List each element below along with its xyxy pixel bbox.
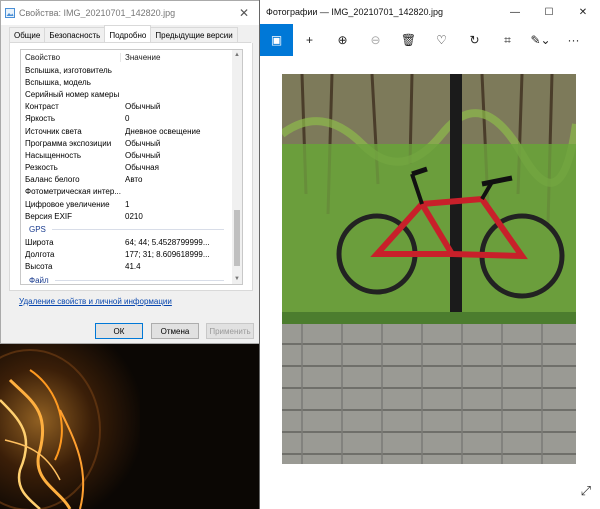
property-value: 0 xyxy=(125,114,130,124)
image-file-icon xyxy=(5,8,15,18)
crop-icon[interactable]: ⌗ xyxy=(491,24,524,56)
property-name: Насыщенность xyxy=(25,150,82,160)
property-name: Широта xyxy=(25,238,54,248)
minimize-icon[interactable]: — xyxy=(498,0,532,24)
table-row[interactable]: Вспышка, изготовитель xyxy=(21,64,242,76)
list-header: Свойство Значение xyxy=(21,50,242,64)
column-header-property[interactable]: Свойство xyxy=(21,52,121,62)
group-header-gps[interactable]: GPS xyxy=(21,222,242,236)
property-value: Авто xyxy=(125,175,143,185)
add-icon[interactable]: + xyxy=(293,24,326,56)
tab-details[interactable]: Подробно xyxy=(104,25,152,42)
ok-button[interactable]: ОК xyxy=(95,323,143,339)
table-row[interactable]: Источник света Дневное освещение xyxy=(21,125,242,137)
apply-button[interactable]: Применить xyxy=(206,323,254,339)
property-name: Источник света xyxy=(25,126,82,136)
property-name: Фотометрическая интер... xyxy=(25,187,121,197)
dialog-titlebar[interactable]: Свойства: IMG_20210701_142820.jpg ✕ xyxy=(1,1,259,25)
property-value: Обычный xyxy=(125,102,161,112)
table-row[interactable]: Широта 64; 44; 5.4528799999... xyxy=(21,236,242,248)
property-value: Обычный xyxy=(125,150,161,160)
photos-titlebar[interactable]: Фотографии — IMG_20210701_142820.jpg — ☐… xyxy=(260,0,600,24)
bicycle-photo[interactable] xyxy=(282,74,576,464)
dialog-title: Свойства: IMG_20210701_142820.jpg xyxy=(19,8,176,18)
maximize-icon[interactable]: ☐ xyxy=(532,0,566,24)
edit-icon[interactable]: ✎⌄ xyxy=(524,24,557,56)
scroll-thumb[interactable] xyxy=(234,210,240,266)
rotate-icon[interactable]: ↻ xyxy=(458,24,491,56)
property-value: Дневное освещение xyxy=(125,126,201,136)
view-icon[interactable]: ▣ xyxy=(260,24,293,56)
photo-canvas: ⤢ xyxy=(260,56,600,509)
details-panel: Свойство Значение Вспышка, изготовитель … xyxy=(9,43,253,291)
property-value: 1 xyxy=(125,199,130,209)
tab-general[interactable]: Общие xyxy=(9,27,46,42)
group-header-file[interactable]: Файл xyxy=(21,273,242,285)
light-bulb-image xyxy=(0,349,101,509)
table-row[interactable]: Насыщенность Обычный xyxy=(21,149,242,161)
zoom-out-icon[interactable]: ⊖ xyxy=(359,24,392,56)
property-name: Программа экспозиции xyxy=(25,138,112,148)
photos-title: Фотографии — IMG_20210701_142820.jpg xyxy=(266,7,444,17)
table-row[interactable]: Резкость Обычная xyxy=(21,162,242,174)
properties-list[interactable]: Свойство Значение Вспышка, изготовитель … xyxy=(20,49,243,285)
bicycle-photo-image xyxy=(282,74,576,464)
zoom-in-icon[interactable]: ⊕ xyxy=(326,24,359,56)
property-name: Цифровое увеличение xyxy=(25,199,110,209)
delete-icon[interactable]: 🗑 xyxy=(392,24,425,56)
property-value: 41.4 xyxy=(125,262,141,272)
favorite-icon[interactable]: ♡ xyxy=(425,24,458,56)
property-name: Баланс белого xyxy=(25,175,80,185)
property-name: Высота xyxy=(25,262,53,272)
property-name: Резкость xyxy=(25,163,58,173)
tab-previous-versions[interactable]: Предыдущие версии xyxy=(150,27,238,42)
property-value: 0210 xyxy=(125,211,143,221)
photos-window: Фотографии — IMG_20210701_142820.jpg — ☐… xyxy=(259,0,600,509)
table-row[interactable]: Баланс белого Авто xyxy=(21,174,242,186)
table-row[interactable]: Цифровое увеличение 1 xyxy=(21,198,242,210)
table-row[interactable]: Высота 41.4 xyxy=(21,261,242,273)
table-row[interactable]: Серийный номер камеры xyxy=(21,88,242,100)
property-name: Контраст xyxy=(25,102,59,112)
property-name: Версия EXIF xyxy=(25,211,73,221)
property-name: Яркость xyxy=(25,114,56,124)
photos-toolbar: ▣ + ⊕ ⊖ 🗑 ♡ ↻ ⌗ ✎⌄ ··· xyxy=(260,24,600,56)
column-header-value[interactable]: Значение xyxy=(121,53,160,62)
table-row[interactable]: Контраст Обычный xyxy=(21,101,242,113)
scroll-up-icon[interactable]: ▲ xyxy=(232,50,242,60)
property-name: Вспышка, изготовитель xyxy=(25,65,112,75)
table-row[interactable]: Фотометрическая интер... xyxy=(21,186,242,198)
close-icon[interactable]: ✕ xyxy=(566,0,600,24)
table-row[interactable]: Версия EXIF 0210 xyxy=(21,210,242,222)
table-row[interactable]: Программа экспозиции Обычный xyxy=(21,137,242,149)
property-value: Обычная xyxy=(125,163,159,173)
group-divider xyxy=(54,279,224,281)
table-row[interactable]: Долгота 177; 31; 8.609618999... xyxy=(21,249,242,261)
property-value: Обычный xyxy=(125,138,161,148)
group-label: GPS xyxy=(29,224,46,234)
property-value: 177; 31; 8.609618999... xyxy=(125,250,210,260)
close-icon[interactable]: ✕ xyxy=(229,1,259,25)
table-row[interactable]: Вспышка, модель xyxy=(21,76,242,88)
property-name: Вспышка, модель xyxy=(25,77,91,87)
property-value: 64; 44; 5.4528799999... xyxy=(125,238,210,248)
scroll-down-icon[interactable]: ▼ xyxy=(232,274,242,284)
group-label: Файл xyxy=(29,275,49,285)
properties-dialog: Свойства: IMG_20210701_142820.jpg ✕ Общи… xyxy=(0,0,260,344)
fullscreen-expand-icon[interactable]: ⤢ xyxy=(581,483,591,499)
tab-security[interactable]: Безопасность xyxy=(44,27,106,42)
more-icon[interactable]: ··· xyxy=(557,24,590,56)
remove-properties-link[interactable]: Удаление свойств и личной информации xyxy=(19,297,172,306)
group-divider xyxy=(51,228,224,230)
property-name: Долгота xyxy=(25,250,55,260)
cancel-button[interactable]: Отмена xyxy=(151,323,199,339)
property-name: Серийный номер камеры xyxy=(25,89,120,99)
vertical-scrollbar[interactable]: ▲ ▼ xyxy=(232,50,242,284)
table-row[interactable]: Яркость 0 xyxy=(21,113,242,125)
tab-bar: Общие Безопасность Подробно Предыдущие в… xyxy=(9,25,251,43)
